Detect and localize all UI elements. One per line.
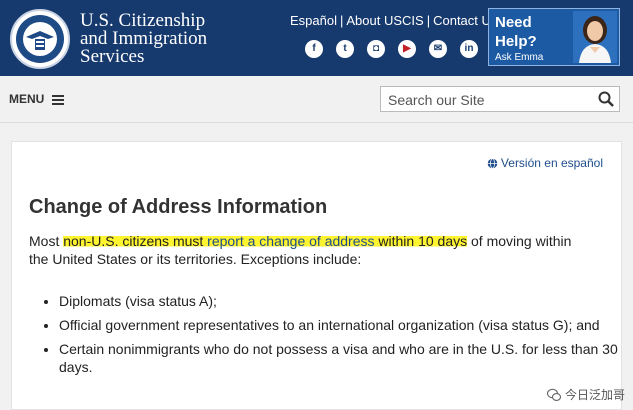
linkedin-icon[interactable]: in [460,40,478,58]
menu-bar: MENU [0,76,633,123]
watermark-text: 今日泛加哥 [564,388,625,402]
instagram-icon[interactable]: ◘ [367,40,385,58]
intro-paragraph: Most non-U.S. citizens must report a cha… [29,232,589,268]
agency-name[interactable]: U.S. Citizenship and Immigration Service… [80,11,207,67]
site-header: U.S. Citizenship and Immigration Service… [0,0,633,76]
report-change-of-address-link[interactable]: report a change of address [207,233,375,249]
agency-line-3: Services [80,46,145,67]
search-input[interactable] [386,88,590,112]
youtube-icon[interactable]: ▶ [398,40,416,58]
list-item: Diplomats (visa status A); [59,292,629,310]
content-card: Versión en español Change of Address Inf… [11,141,622,410]
hamburger-icon [51,94,64,105]
search-icon[interactable] [598,91,614,107]
highlighted-text: non-U.S. citizens must [63,233,208,249]
dhs-seal-logo[interactable] [10,9,70,69]
top-links: Español | About USCIS | Contact Us [290,13,497,28]
spanish-version-label: Versión en español [500,156,603,170]
ask-emma-label: Ask Emma [495,52,544,63]
list-item: Official government representatives to a… [59,316,629,334]
watermark: 今日泛加哥 [546,386,625,403]
eagle-seal-icon [16,15,64,63]
wechat-icon [546,388,561,401]
link-about-uscis[interactable]: About USCIS [346,13,423,28]
page-title: Change of Address Information [29,196,328,218]
globe-icon [487,158,498,169]
separator: | [339,13,344,28]
need-help-button[interactable]: Need Help? Ask Emma [488,8,620,66]
need-help-line2: Help? [495,33,537,50]
email-icon[interactable]: ✉ [429,40,447,58]
spanish-version-link[interactable]: Versión en español [487,156,603,170]
emma-avatar [573,11,617,63]
exceptions-list: Diplomats (visa status A); Official gove… [29,292,629,382]
highlighted-text: within 10 days [374,233,468,249]
menu-label: MENU [9,92,45,106]
search-box [380,86,620,112]
facebook-icon[interactable]: f [305,40,323,58]
menu-button[interactable]: MENU [9,92,64,106]
link-espanol[interactable]: Español [290,13,337,28]
twitter-icon[interactable]: t [336,40,354,58]
separator: | [426,13,431,28]
need-help-text: Need Help? [495,13,537,51]
list-item: Certain nonimmigrants who do not possess… [59,340,629,376]
intro-text: Most [29,233,64,249]
assistant-avatar-icon [579,16,611,63]
need-help-line1: Need [495,14,532,31]
